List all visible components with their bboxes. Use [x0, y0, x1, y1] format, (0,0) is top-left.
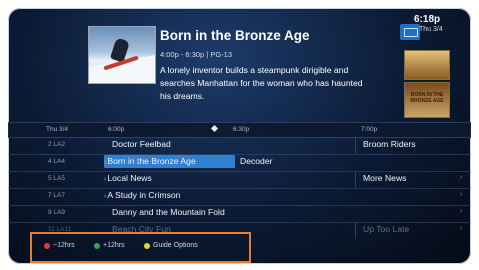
channel-label: 9 LA9: [48, 209, 65, 216]
current-date: Thu 3/4: [419, 26, 443, 33]
left-arrow-icon: ‹: [104, 193, 107, 200]
left-arrow-icon: ‹: [104, 159, 107, 166]
channel-label: 7 LA7: [48, 192, 65, 199]
program-cell[interactable]: Up Too Late: [363, 224, 409, 234]
guide-row[interactable]: 7 LA7 ‹A Study in Crimson ›: [8, 188, 471, 206]
channel-label: 4 LA4: [48, 158, 65, 165]
poster-thumbnail-1[interactable]: [404, 50, 450, 80]
guide-row[interactable]: 4 LA4 ‹Born in the Bronze Age Decoder: [8, 154, 471, 172]
program-cell[interactable]: ‹Local News: [104, 173, 152, 183]
guide-row[interactable]: 9 LA9 Danny and the Mountain Fold ›: [8, 205, 471, 223]
program-meta: 4:00p - 6:30p | PG-13: [160, 50, 232, 59]
dvr-icon: [400, 24, 420, 40]
guide-row[interactable]: 5 LA5 ‹Local News More News ›: [8, 171, 471, 189]
channel-label: 5 LA5: [48, 175, 65, 182]
current-time: 6:18p: [414, 14, 441, 25]
poster-thumbnail-2[interactable]: BORN IN THE BRONZE AGE: [404, 82, 450, 118]
legend-green-label[interactable]: +12hrs: [103, 242, 125, 249]
poster-title: BORN IN THE BRONZE AGE: [410, 92, 444, 104]
timebar-time-1: 6:00p: [108, 126, 125, 133]
cell-divider: [355, 137, 356, 154]
channel-label: 2 LA2: [48, 141, 65, 148]
left-arrow-icon: ‹: [104, 176, 107, 183]
cell-divider: [355, 222, 356, 239]
program-title-cell: Born in the Bronze Age: [107, 156, 196, 166]
program-cell[interactable]: Doctor Feelbad: [112, 139, 171, 149]
program-cell[interactable]: Decoder: [240, 156, 272, 166]
time-bar: Thu 3/4 6:00p 6:30p 7:00p: [8, 122, 471, 138]
timebar-time-2: 6:30p: [233, 126, 250, 133]
program-cell[interactable]: Broom Riders: [363, 139, 416, 149]
program-description: A lonely inventor builds a steampunk dir…: [160, 65, 363, 101]
guide-legend: −12hrs +12hrs Guide Options: [30, 232, 251, 263]
red-button-icon: [44, 243, 50, 249]
program-cell[interactable]: Danny and the Mountain Fold: [112, 207, 225, 217]
right-arrow-icon: ›: [460, 174, 463, 181]
right-arrow-icon: ›: [460, 225, 463, 232]
program-cell-selected[interactable]: ‹Born in the Bronze Age: [104, 156, 196, 166]
guide-row[interactable]: 2 LA2 Doctor Feelbad Broom Riders: [8, 137, 471, 155]
program-title: Born in the Bronze Age: [160, 28, 310, 43]
program-cell[interactable]: More News: [363, 173, 406, 183]
timebar-date: Thu 3/4: [46, 126, 69, 133]
right-arrow-icon: ›: [460, 208, 463, 215]
legend-red-label[interactable]: −12hrs: [53, 242, 75, 249]
timebar-time-3: 7:00p: [361, 126, 378, 133]
yellow-button-icon: [144, 243, 150, 249]
green-button-icon: [94, 243, 100, 249]
program-cell[interactable]: ‹A Study in Crimson: [104, 190, 180, 200]
right-arrow-icon: ›: [460, 191, 463, 198]
program-title-cell: A Study in Crimson: [107, 190, 181, 200]
legend-yellow-label[interactable]: Guide Options: [153, 242, 198, 249]
program-title-cell: Local News: [107, 173, 152, 183]
program-thumbnail: [88, 26, 156, 84]
cell-divider: [355, 171, 356, 188]
